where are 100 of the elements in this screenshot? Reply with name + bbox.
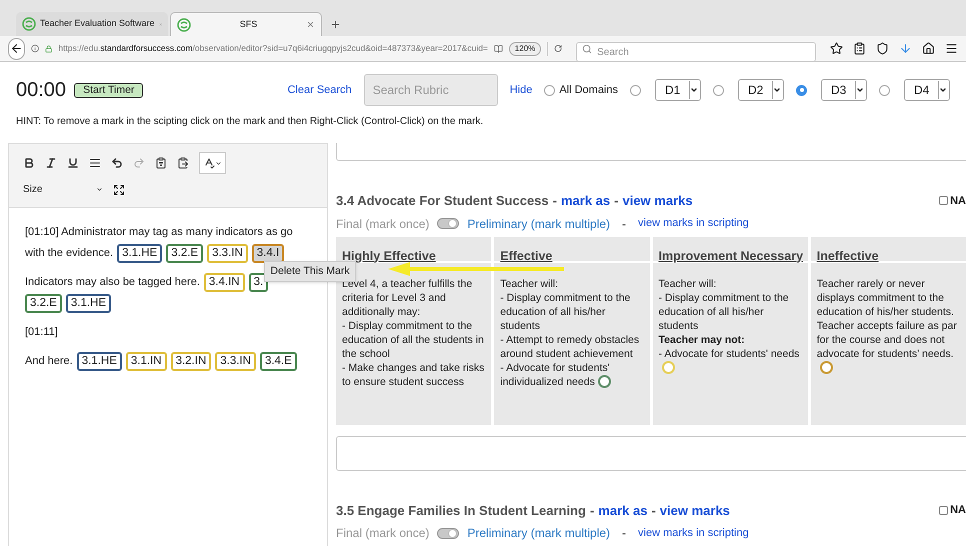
na-label: NA	[950, 503, 966, 518]
tab-title: SFS	[238, 18, 258, 31]
info-icon[interactable]	[30, 43, 39, 54]
separator: -	[590, 502, 594, 520]
domain-radio[interactable]	[879, 84, 890, 96]
indicator-tag[interactable]: 3.1.HE	[117, 244, 162, 263]
back-button[interactable]	[8, 38, 25, 60]
delete-mark-item[interactable]: Delete This Mark	[270, 264, 350, 280]
final-label: Final (mark once)	[336, 216, 430, 232]
menu-icon[interactable]	[945, 42, 958, 55]
indicator-tag[interactable]: 3.1.HE	[66, 294, 112, 313]
size-dropdown[interactable]: Size	[23, 182, 103, 197]
bookmark-icon[interactable]	[830, 42, 843, 55]
library-icon[interactable]	[853, 42, 866, 55]
indicator-tag[interactable]: 3.4.IN	[204, 273, 245, 292]
caret-icon	[856, 86, 864, 94]
separator: -	[651, 502, 656, 520]
undo-icon[interactable]	[111, 157, 123, 169]
browser-search-field[interactable]: Search	[576, 42, 816, 62]
view-marks-link[interactable]: view marks	[622, 191, 693, 210]
indicator-tag[interactable]: 3.2.E	[166, 244, 204, 263]
na-checkbox[interactable]	[939, 506, 948, 515]
strikethrough-icon[interactable]	[89, 157, 101, 169]
home-icon[interactable]	[922, 42, 935, 55]
level-heading: Effective	[500, 248, 552, 262]
reload-icon[interactable]	[554, 43, 562, 54]
spellcheck-icon	[203, 157, 215, 169]
level-heading: Highly Effective	[342, 248, 436, 262]
indicator-tag[interactable]: 3.2.E	[25, 294, 62, 313]
paste-text-icon[interactable]	[155, 157, 167, 169]
indicator-tag[interactable]: 3.3.IN	[215, 352, 256, 371]
hide-link[interactable]: Hide	[510, 82, 532, 98]
domain-radio[interactable]	[544, 84, 556, 96]
na-label: NA	[950, 194, 966, 208]
separator: -	[622, 216, 626, 232]
separator: -	[614, 192, 618, 210]
level-text: - Advocate for students' needs	[658, 346, 802, 374]
level-text: - Attempt to remedy obstacles around student achievement	[500, 332, 640, 360]
caret-icon	[215, 160, 222, 166]
domain-dropdown[interactable]: D1	[655, 79, 701, 101]
script-text: [01:11]	[25, 326, 58, 338]
indicator-tag[interactable]: 3.2.IN	[170, 352, 212, 371]
level-text: Teacher will:	[500, 276, 560, 290]
view-marks-link[interactable]: view marks	[660, 500, 730, 520]
indicator-tag[interactable]: 3.4.E	[260, 352, 297, 371]
new-tab-icon[interactable]	[330, 19, 341, 30]
final-label: Final (mark once)	[336, 525, 430, 542]
mark-as-link[interactable]: mark as	[560, 191, 610, 210]
reader-icon[interactable]	[494, 42, 503, 54]
mark-as-link[interactable]: mark as	[598, 500, 648, 520]
indicator-tag[interactable]: 3.3.IN	[207, 244, 248, 263]
domain-radio[interactable]	[713, 84, 724, 96]
level-text: Teacher may not:	[658, 332, 746, 346]
rubric-search-field[interactable]: Search Rubric	[364, 74, 498, 106]
caret-icon	[690, 86, 698, 94]
level-text: - Display commitment to the education of all the students in the school	[342, 318, 485, 360]
view-in-scripting-link[interactable]: view marks in scripting	[638, 524, 749, 542]
timer: 00:00	[16, 78, 66, 103]
domain-dropdown[interactable]: D4	[904, 79, 950, 101]
mode-toggle[interactable]	[437, 218, 460, 229]
level-text: - Advocate for students' individualized needs	[500, 360, 612, 388]
caret-icon	[939, 86, 947, 94]
script-text: with the evidence.	[25, 247, 114, 259]
logo-icon	[177, 18, 191, 32]
mode-toggle[interactable]	[437, 528, 460, 538]
indicator-tag[interactable]: 3.4.I	[252, 244, 284, 263]
hint-text: HINT: To remove a mark in the scipting click on the mark and then Right-Click (Control-Click) on the mark.	[15, 115, 484, 129]
zoom-level[interactable]: 120%	[508, 42, 542, 56]
browser-tab[interactable]: SFS	[170, 12, 322, 36]
close-icon[interactable]	[306, 20, 315, 29]
level-text: - Display commitment to the education of all his/her students	[658, 290, 790, 332]
domain-dropdown[interactable]: D3	[821, 79, 867, 101]
domain-radio[interactable]	[630, 84, 641, 96]
url-text[interactable]: https://edu.standardforsuccess.com/observation/editor?sid=u7q6i4criugqpyjs2cud&oid=487373&year=2017&cuid=	[58, 42, 488, 55]
level-text: Teacher rarely or never displays commitment to the education of his/her students. Teacher accepts failure as par for the course and does not advocate for students’ needs.	[816, 276, 960, 374]
domain-dropdown[interactable]: D2	[738, 79, 784, 101]
browser-tab[interactable]: Teacher Evaluation Software	[16, 12, 168, 36]
indicator-tag[interactable]: 3.1.HE	[76, 352, 122, 371]
start-timer-button[interactable]: Start Timer	[74, 82, 144, 98]
section-title: 3.4 Advocate For Student Success	[336, 192, 549, 210]
script-text: Indicators may also be tagged here.	[25, 276, 200, 288]
lock-icon	[44, 44, 52, 54]
download-icon[interactable]	[899, 42, 912, 55]
paste-icon[interactable]	[177, 157, 189, 169]
view-in-scripting-link[interactable]: view marks in scripting	[638, 215, 749, 232]
maximize-icon[interactable]	[113, 184, 125, 196]
italic-icon[interactable]	[45, 157, 57, 169]
na-checkbox[interactable]	[939, 196, 948, 206]
logo-icon	[22, 17, 36, 31]
separator: -	[552, 192, 557, 210]
indicator-tag[interactable]: 3.	[248, 273, 268, 292]
indicator-tag[interactable]: 3.1.IN	[126, 352, 167, 371]
underline-icon[interactable]	[67, 157, 79, 169]
shield-icon[interactable]	[876, 42, 889, 55]
clear-search-link[interactable]: Clear Search	[287, 82, 352, 98]
domain-radio[interactable]	[796, 84, 807, 96]
tab-title: Teacher Evaluation Software	[40, 17, 155, 30]
bold-icon[interactable]	[23, 157, 35, 169]
spellcheck-button[interactable]	[199, 152, 226, 174]
level-text: - Display commitment to the education of all his/her students	[500, 290, 632, 332]
